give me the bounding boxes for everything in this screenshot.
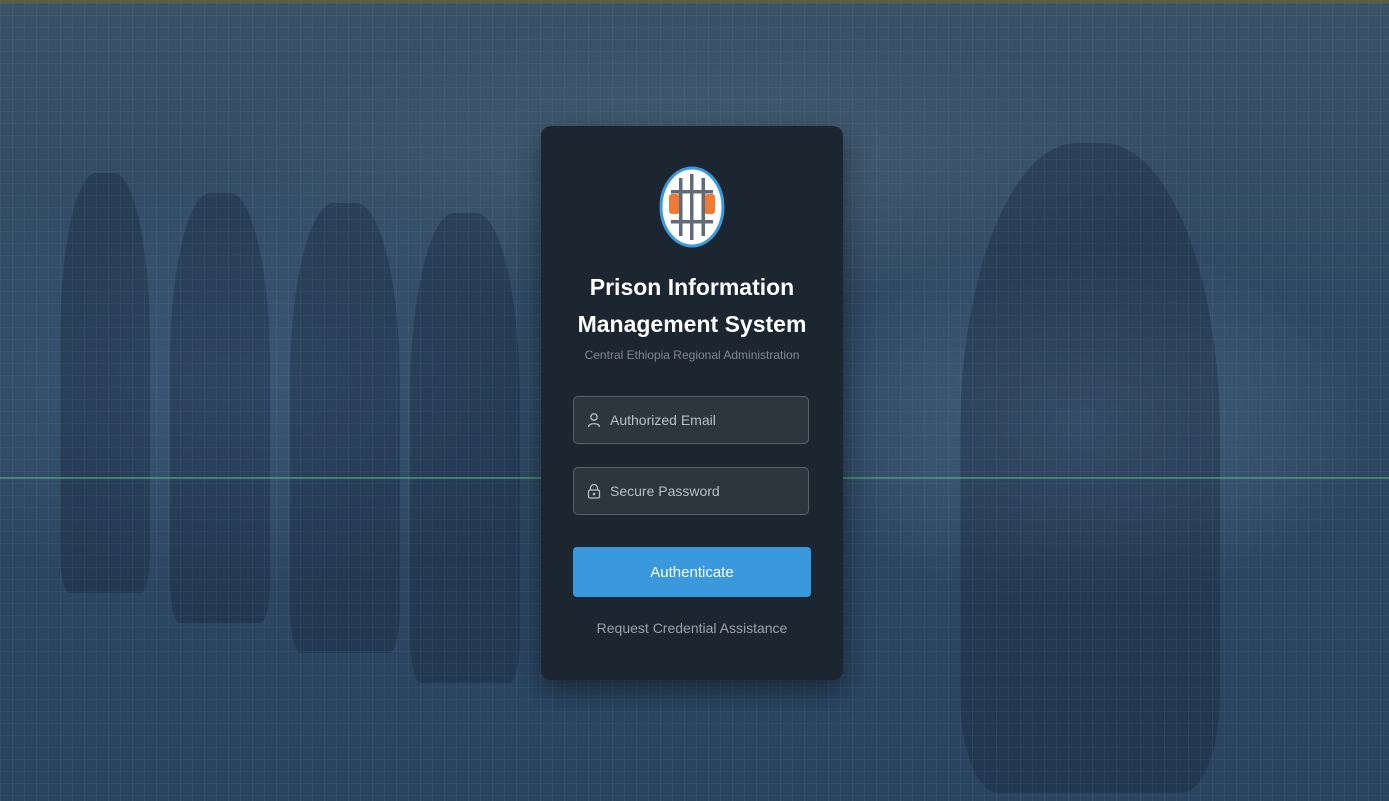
page-title-line1: Prison Information <box>589 274 795 300</box>
page-title-line2: Management System <box>577 311 807 337</box>
password-field[interactable] <box>573 467 809 515</box>
email-field[interactable] <box>573 396 809 444</box>
page-title: Prison Information Management System <box>541 269 843 343</box>
authenticate-button[interactable]: Authenticate <box>573 547 811 597</box>
user-icon <box>587 413 601 428</box>
email-input[interactable] <box>610 397 800 443</box>
credential-assistance-link[interactable]: Request Credential Assistance <box>541 620 843 636</box>
password-input[interactable] <box>610 468 800 514</box>
prison-bars-logo-icon <box>659 166 725 248</box>
lock-icon <box>587 483 601 499</box>
login-card: Prison Information Management System Cen… <box>541 126 843 680</box>
page-subtitle: Central Ethiopia Regional Administration <box>584 348 800 362</box>
